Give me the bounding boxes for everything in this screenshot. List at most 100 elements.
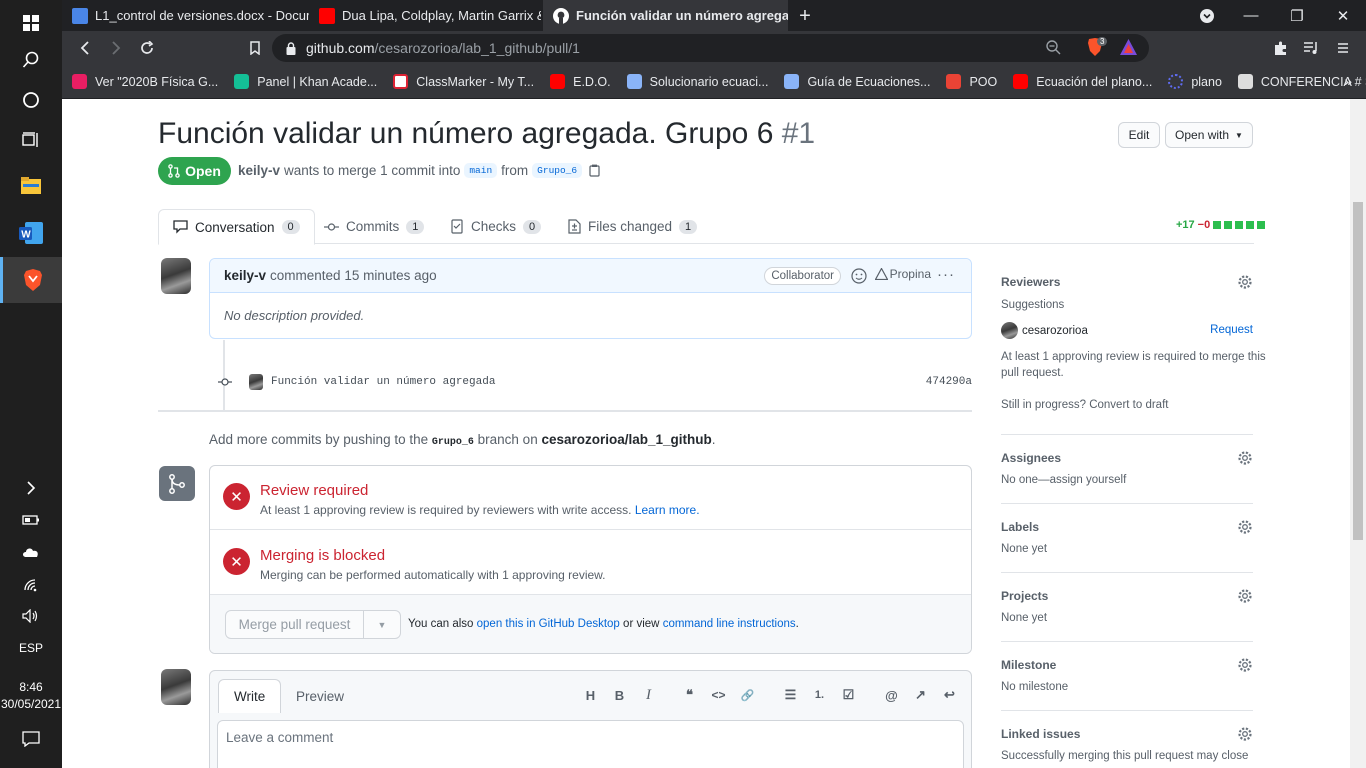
restore-button[interactable]: ❐: [1274, 0, 1320, 31]
comment-time[interactable]: 15 minutes ago: [344, 268, 436, 283]
caret-down-icon[interactable]: ▼: [364, 620, 400, 630]
task-list-icon[interactable]: ☑: [834, 685, 863, 705]
bookmarks-overflow-icon[interactable]: »: [1344, 73, 1352, 89]
numbered-list-icon[interactable]: 1.: [805, 685, 834, 705]
tab-word-doc[interactable]: L1_control de versiones.docx - Docum: [62, 0, 309, 31]
linked-issues-heading[interactable]: Linked issues: [1001, 727, 1080, 741]
bullet-list-icon[interactable]: ☰: [776, 685, 805, 705]
gear-icon[interactable]: [1237, 657, 1253, 673]
tab-conversation[interactable]: Conversation 0: [158, 209, 315, 245]
avatar[interactable]: [161, 258, 191, 294]
bookmark-item[interactable]: E.D.O.: [550, 74, 611, 89]
projects-heading[interactable]: Projects: [1001, 589, 1048, 603]
merge-button-label[interactable]: Merge pull request: [226, 611, 364, 638]
avatar[interactable]: [1001, 322, 1018, 339]
tab-github-pr[interactable]: Función validar un número agrega ✕: [543, 0, 788, 31]
tab-search-icon[interactable]: [1184, 0, 1230, 31]
commit-message[interactable]: Función validar un número agregada: [271, 376, 495, 388]
bookmark-item[interactable]: ClassMarker - My T...: [393, 74, 534, 89]
bookmark-item[interactable]: Solucionario ecuaci...: [626, 74, 768, 89]
scrollbar[interactable]: [1350, 99, 1366, 768]
tab-checks[interactable]: Checks 0: [451, 209, 542, 244]
kebab-menu-icon[interactable]: ···: [937, 266, 955, 283]
comment-author[interactable]: keily-v: [224, 268, 266, 283]
cross-reference-icon[interactable]: ↗: [906, 685, 935, 705]
merge-pull-request-button[interactable]: Merge pull request ▼: [225, 610, 401, 639]
open-with-button[interactable]: Open with ▼: [1165, 122, 1253, 148]
gear-icon[interactable]: [1237, 726, 1253, 742]
reviewers-heading[interactable]: Reviewers: [1001, 275, 1060, 289]
scrollbar-thumb[interactable]: [1353, 202, 1363, 540]
milestone-heading[interactable]: Milestone: [1001, 658, 1056, 672]
extensions-icon[interactable]: [1265, 31, 1295, 65]
base-branch[interactable]: main: [464, 163, 498, 178]
labels-heading[interactable]: Labels: [1001, 520, 1039, 534]
word-icon[interactable]: W: [0, 210, 62, 256]
bookmark-item[interactable]: Ver "2020B Física G...: [72, 74, 218, 89]
edit-button[interactable]: Edit: [1118, 122, 1160, 148]
menu-icon[interactable]: [1328, 31, 1358, 65]
author-link[interactable]: keily-v: [238, 163, 280, 178]
saved-replies-icon[interactable]: ↩: [935, 685, 964, 705]
bookmark-icon[interactable]: [240, 31, 270, 65]
gear-icon[interactable]: [1237, 519, 1253, 535]
bold-icon[interactable]: B: [605, 685, 634, 705]
brave-browser-icon[interactable]: [0, 257, 62, 303]
brave-shields-icon[interactable]: 3: [1087, 37, 1108, 56]
gear-icon[interactable]: [1237, 588, 1253, 604]
close-window-button[interactable]: ✕: [1320, 0, 1366, 31]
suggested-reviewer[interactable]: cesarozorioa: [1022, 323, 1088, 339]
clock-time[interactable]: 8:46: [0, 680, 62, 694]
italic-icon[interactable]: I: [634, 685, 663, 705]
add-reaction-icon[interactable]: [851, 268, 867, 284]
assignees-heading[interactable]: Assignees: [1001, 451, 1061, 465]
commit-sha[interactable]: 474290a: [926, 376, 972, 388]
bookmark-item[interactable]: Guía de Ecuaciones...: [784, 74, 930, 89]
github-desktop-link[interactable]: open this in GitHub Desktop: [477, 618, 620, 630]
minimize-button[interactable]: —: [1228, 0, 1274, 31]
assignees-value[interactable]: No one—assign yourself: [1001, 472, 1126, 488]
command-line-link[interactable]: command line instructions: [663, 618, 796, 630]
heading-icon[interactable]: H: [576, 685, 605, 705]
gear-icon[interactable]: [1237, 274, 1253, 290]
quote-icon[interactable]: ❝: [675, 685, 704, 705]
request-review-link[interactable]: Request: [1210, 322, 1253, 338]
new-tab-button[interactable]: +: [794, 5, 816, 28]
comment-textarea[interactable]: Leave a comment: [217, 720, 964, 768]
head-branch[interactable]: Grupo_6: [532, 163, 583, 178]
avatar[interactable]: [161, 669, 191, 705]
avatar[interactable]: [249, 374, 263, 390]
write-tab[interactable]: Write: [218, 679, 282, 713]
link-icon[interactable]: 🔗: [733, 685, 762, 705]
learn-more-link[interactable]: Learn more.: [635, 503, 700, 517]
task-view-icon[interactable]: [0, 117, 62, 163]
forward-button[interactable]: [101, 31, 131, 65]
bookmark-item[interactable]: plano: [1168, 74, 1222, 89]
file-explorer-icon[interactable]: [0, 163, 62, 209]
tab-commits[interactable]: Commits 1: [324, 209, 425, 244]
tab-files-changed[interactable]: Files changed 1: [568, 209, 698, 244]
bookmark-item[interactable]: POO: [946, 74, 997, 89]
back-button[interactable]: [70, 31, 100, 65]
brave-rewards-icon[interactable]: [1120, 39, 1137, 58]
media-controls-icon[interactable]: [1296, 31, 1326, 65]
zoom-icon[interactable]: [1046, 40, 1061, 58]
volume-icon[interactable]: [0, 593, 62, 639]
propina-button[interactable]: Propina: [874, 267, 931, 281]
address-bar[interactable]: github.com/cesarozorioa/lab_1_github/pul…: [272, 34, 1149, 62]
hint-repo[interactable]: cesarozorioa/lab_1_github: [541, 432, 711, 447]
tab-youtube[interactable]: Dua Lipa, Coldplay, Martin Garrix & 🔈: [309, 0, 541, 31]
code-icon[interactable]: <>: [704, 685, 733, 705]
bookmark-item[interactable]: Panel | Khan Acade...: [234, 74, 377, 89]
review-required-desc: At least 1 approving review is required …: [260, 503, 700, 517]
bookmark-item[interactable]: Ecuación del plano...: [1013, 74, 1152, 89]
copy-icon[interactable]: [589, 164, 600, 177]
reload-button[interactable]: [132, 31, 162, 65]
preview-tab[interactable]: Preview: [281, 679, 359, 713]
notifications-icon[interactable]: [0, 716, 62, 762]
gear-icon[interactable]: [1237, 450, 1253, 466]
language-indicator[interactable]: ESP: [0, 641, 62, 655]
convert-to-draft-link[interactable]: Still in progress? Convert to draft: [1001, 397, 1168, 413]
mention-icon[interactable]: @: [877, 685, 906, 705]
clock-date[interactable]: 30/05/2021: [0, 697, 62, 711]
